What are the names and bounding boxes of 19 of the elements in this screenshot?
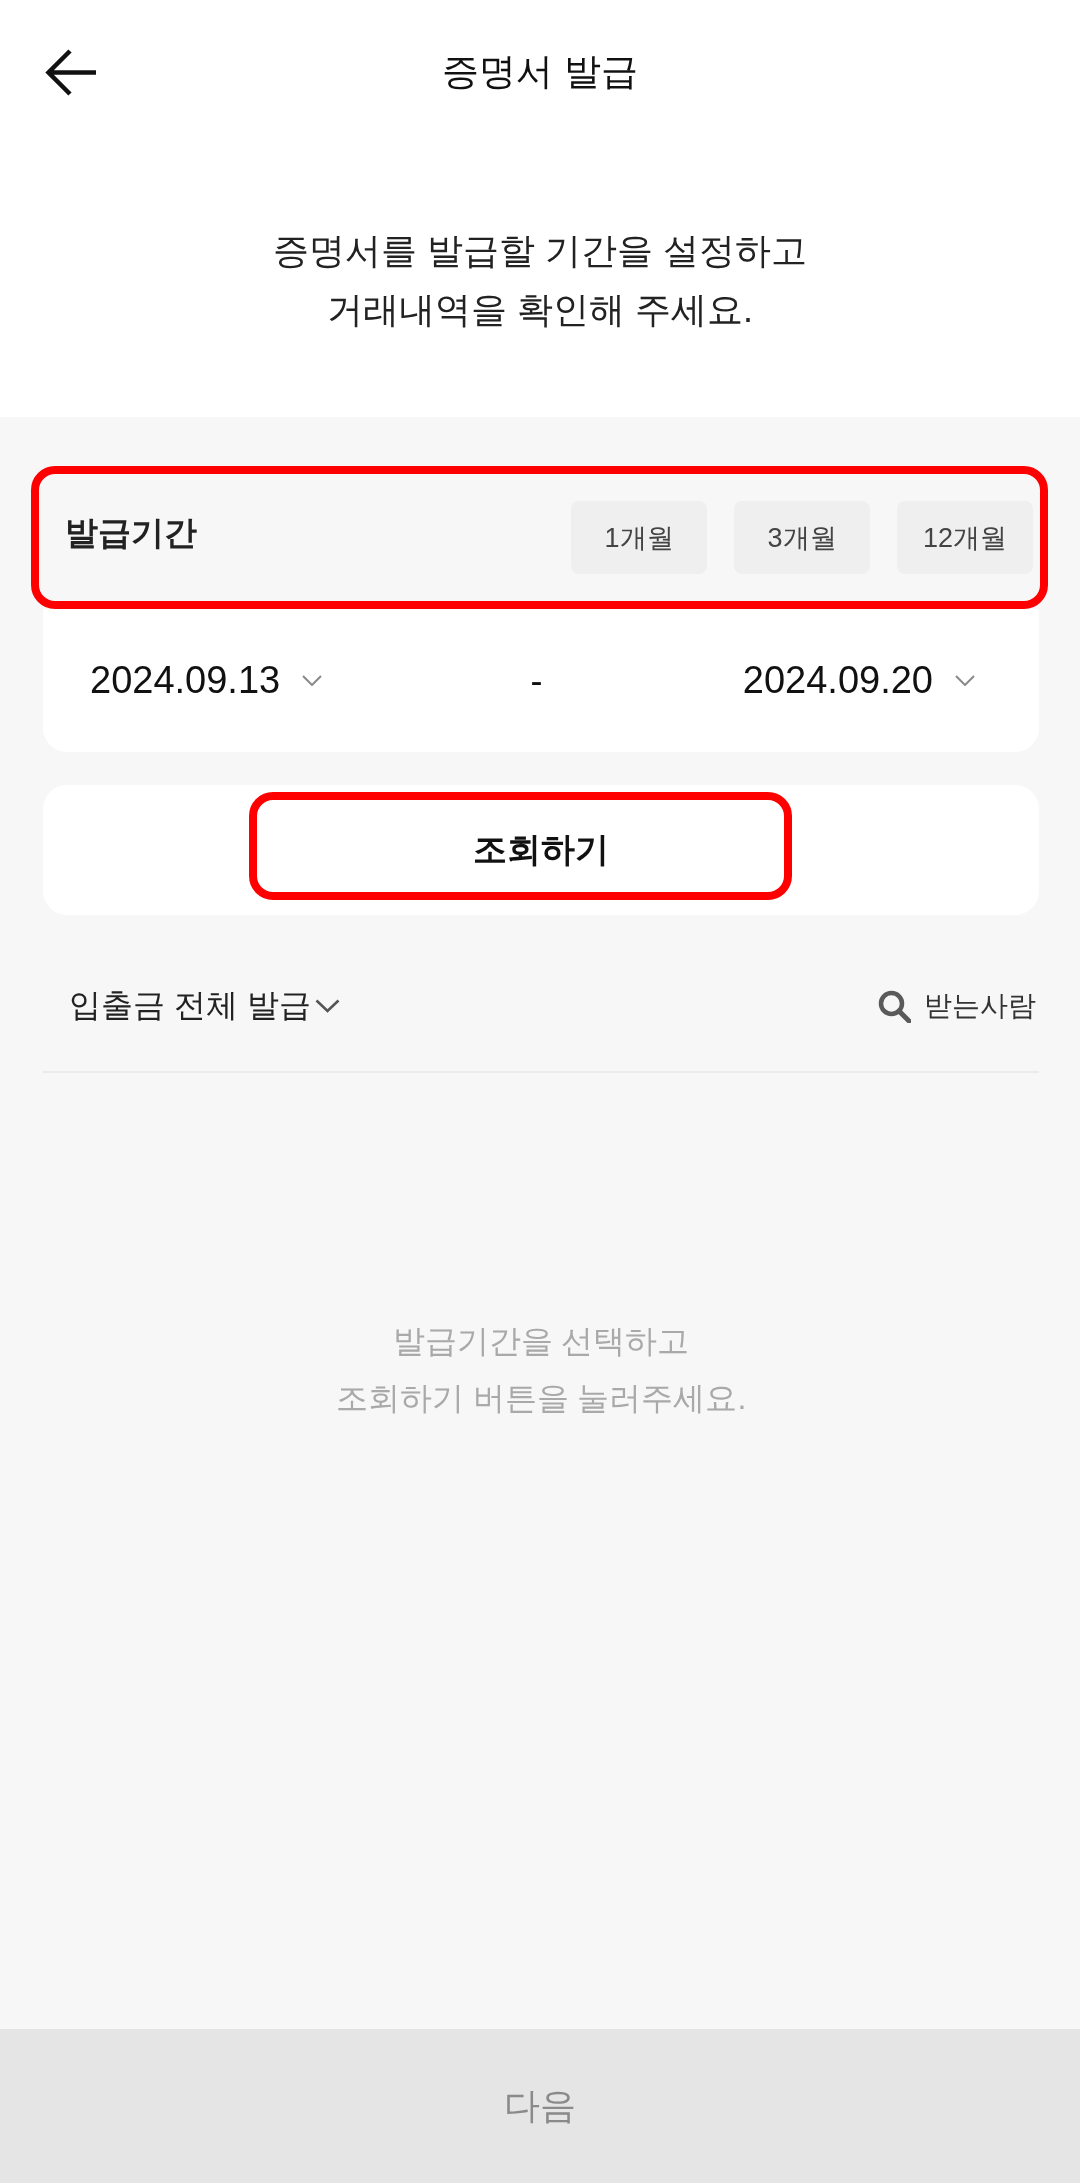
period-preset-button[interactable]: 12개월 [897, 501, 1033, 574]
page-title: 증명서 발급 [442, 50, 638, 95]
period-preset-button[interactable]: 3개월 [734, 501, 870, 574]
period-label: 발급기간 [65, 513, 197, 553]
chevron-down-icon [302, 675, 323, 686]
period-preset-button[interactable]: 1개월 [571, 501, 707, 574]
start-date-dropdown[interactable]: 2024.09.13 [90, 659, 323, 702]
recipient-search-button[interactable]: 받는사람 [878, 987, 1036, 1025]
date-separator: - [530, 659, 543, 702]
back-arrow-icon [45, 49, 98, 96]
search-icon [878, 989, 911, 1023]
end-date-dropdown[interactable]: 2024.09.20 [742, 659, 975, 702]
filter-dropdown[interactable]: 입출금 전체 발급 [69, 984, 340, 1028]
chevron-down-icon [314, 999, 340, 1013]
back-button[interactable] [45, 49, 98, 96]
search-button[interactable]: 조회하기 [43, 785, 1039, 915]
empty-state-message: 발급기간을 선택하고 조회하기 버튼을 눌러주세요. [334, 1322, 748, 1418]
intro-text: 증명서를 발급할 기간을 설정하고 거래내역을 확인해 주세요. [272, 229, 808, 332]
chevron-down-icon [955, 675, 975, 686]
